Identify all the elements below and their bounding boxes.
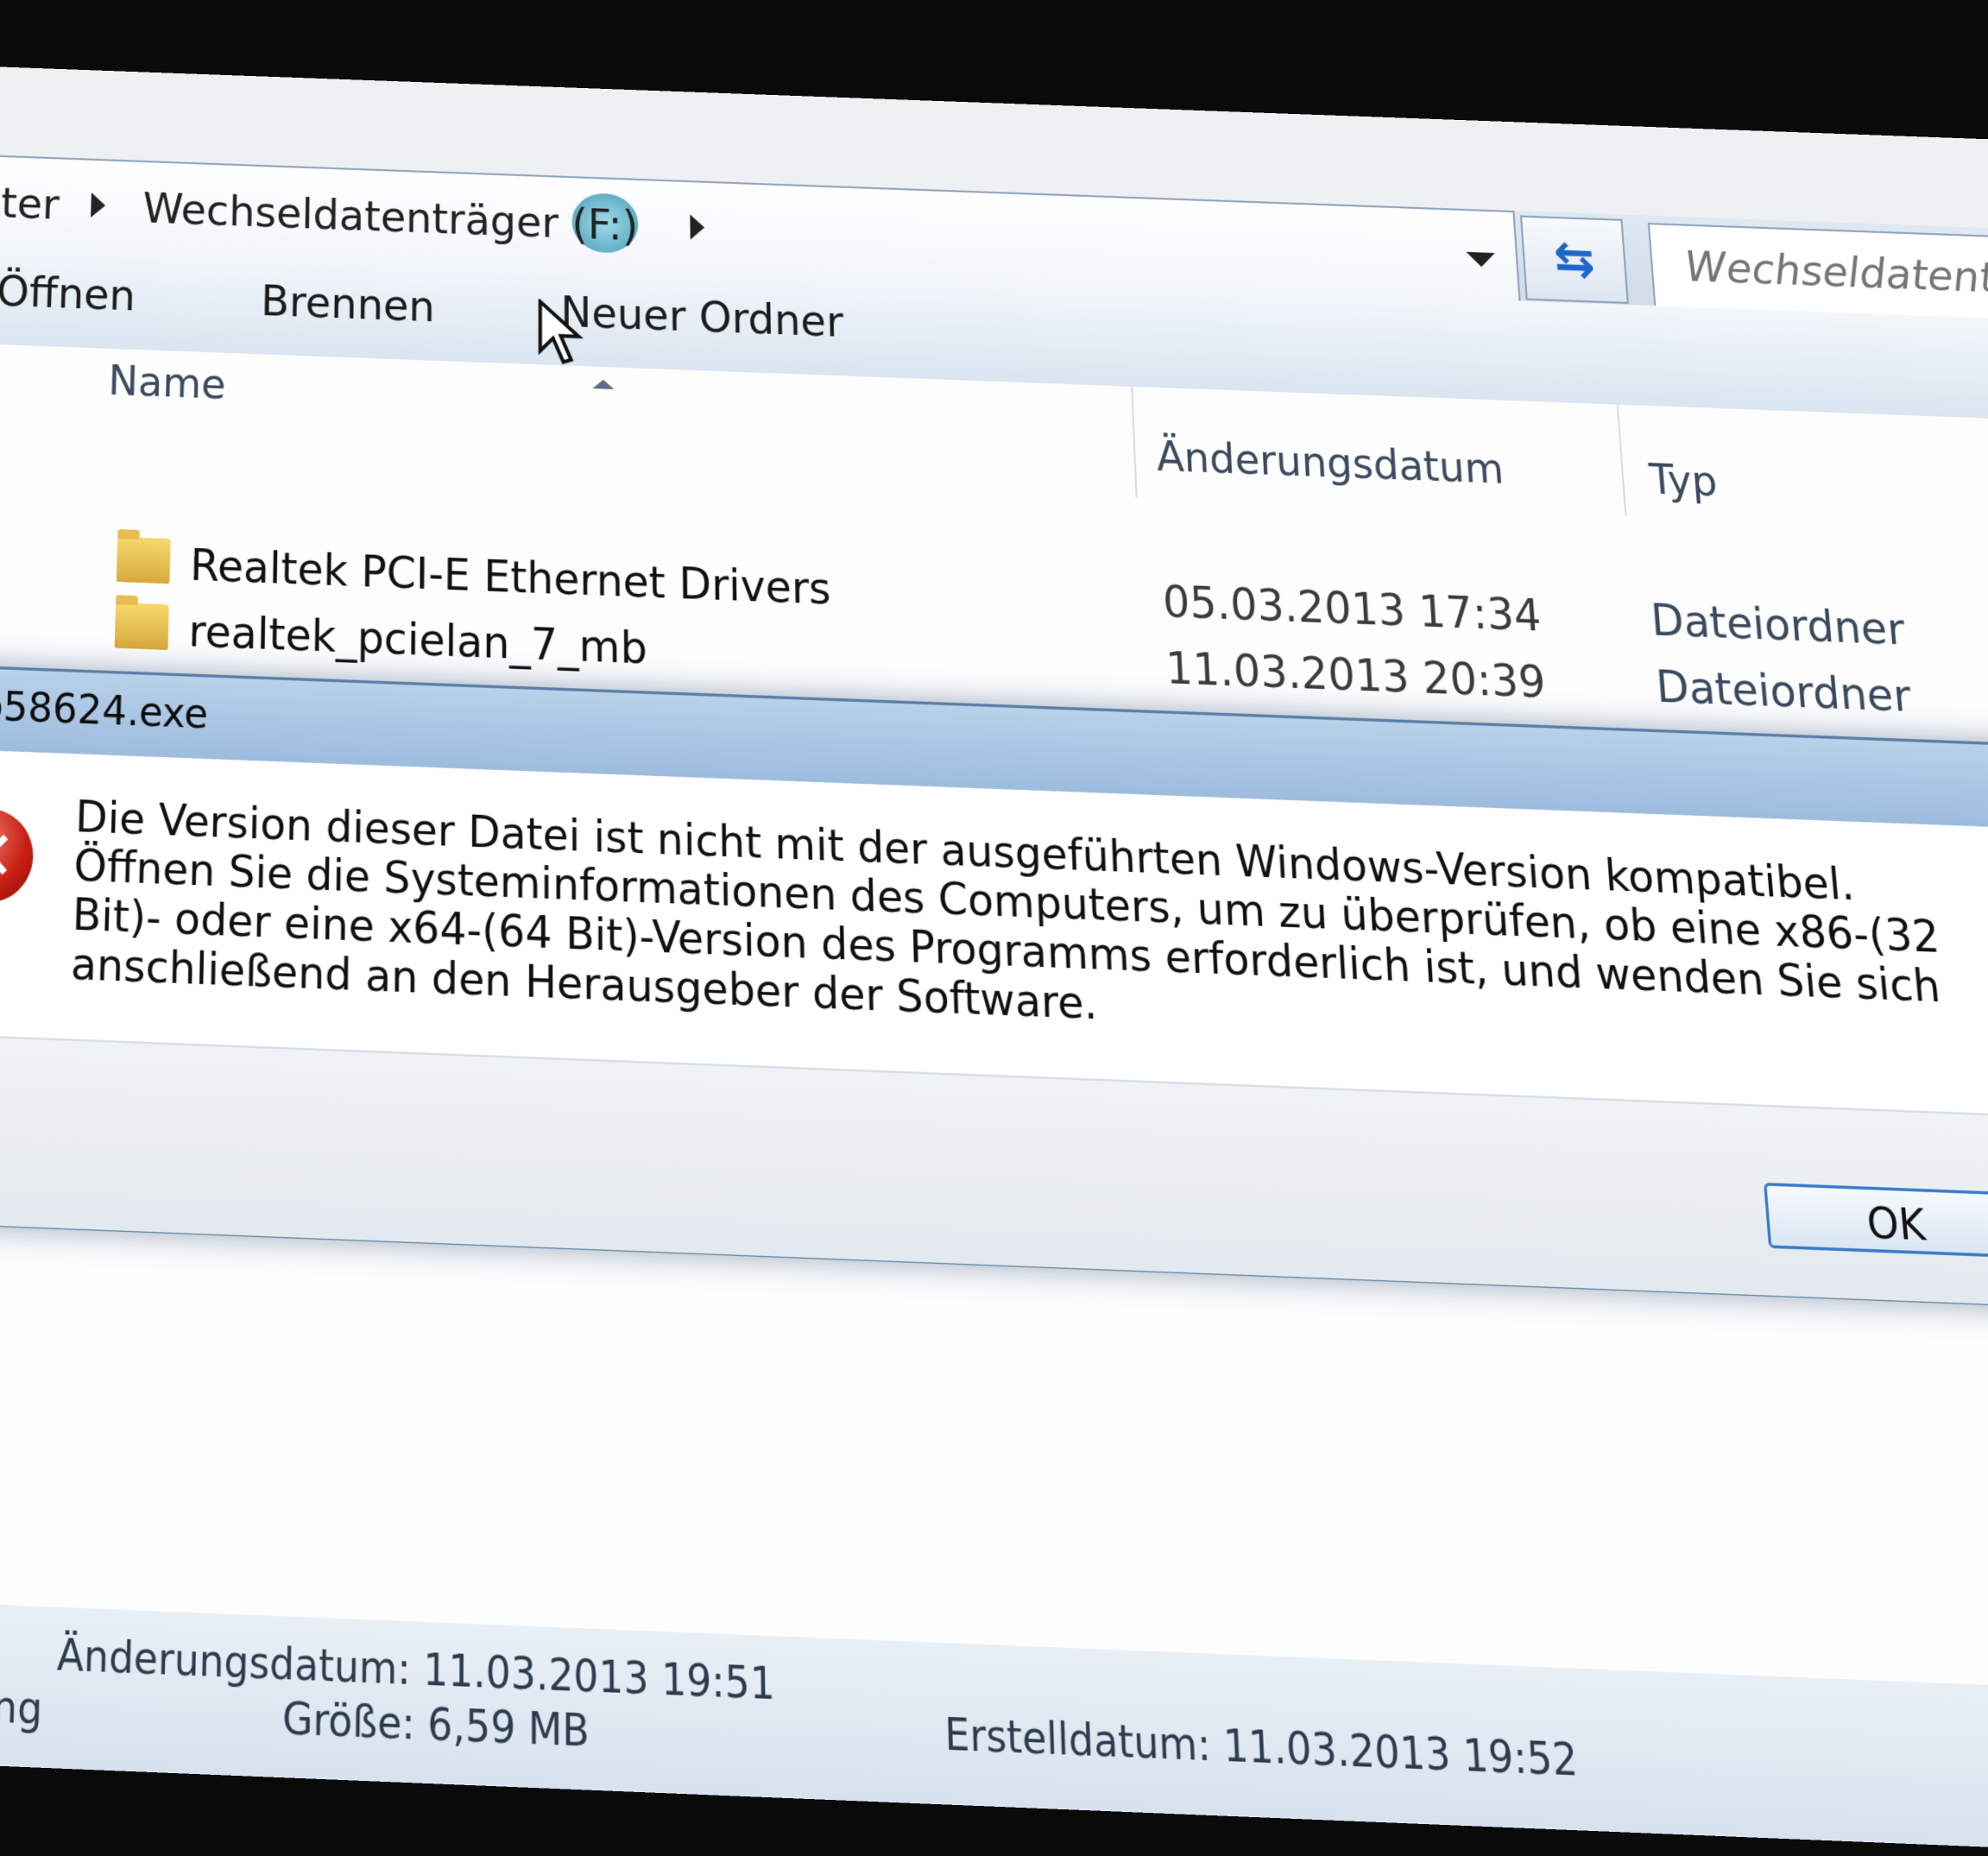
breadcrumb-separator-icon[interactable]: [690, 214, 705, 241]
details-size: Größe: 6,59 MB: [281, 1694, 590, 1758]
error-icon-glyph: ✕: [0, 814, 17, 897]
dialog-title: sp58624.exe: [0, 681, 209, 738]
file-modified: 11.03.2013 20:39: [1164, 641, 1548, 709]
details-created: Erstelldatum: 11.03.2013 19:52: [944, 1710, 1580, 1787]
column-name[interactable]: Name: [108, 357, 226, 408]
breadcrumb-computer[interactable]: uter: [0, 178, 60, 230]
open-button[interactable]: Öffnen: [0, 267, 136, 321]
column-modified[interactable]: Änderungsdatum: [1156, 433, 1505, 494]
mouse-cursor-icon: [536, 299, 590, 368]
sort-ascending-icon: [592, 379, 615, 389]
new-folder-button[interactable]: Neuer Ordner: [560, 287, 843, 347]
error-dialog: sp58624.exe ✕ ✕ Die Version dieser Datei…: [0, 664, 1988, 1311]
file-type: Dateiordner: [1654, 660, 1914, 723]
column-divider[interactable]: [1131, 386, 1138, 498]
breadcrumb-separator-icon[interactable]: [91, 192, 106, 218]
breadcrumb-drive[interactable]: Wechseldatenträger (F:): [142, 184, 639, 250]
error-message: Die Version dieser Datei ist nicht mit d…: [70, 790, 1943, 1030]
refresh-icon: ⇆: [1551, 230, 1597, 288]
address-dropdown-icon[interactable]: [1466, 251, 1496, 268]
ok-button[interactable]: OK: [1763, 1182, 1988, 1259]
column-divider[interactable]: [1616, 404, 1627, 516]
refresh-button[interactable]: ⇆: [1519, 215, 1629, 304]
burn-button[interactable]: Brennen: [261, 276, 435, 331]
error-icon: ✕: [0, 806, 35, 905]
details-modified: Änderungsdatum: 11.03.2013 19:51: [56, 1631, 776, 1710]
file-name: realtek_pcielan_7_mb: [187, 605, 647, 674]
folder-icon: [114, 602, 169, 650]
folder-icon: [116, 536, 171, 584]
file-modified: 05.03.2013 17:34: [1161, 576, 1543, 641]
details-kind-fragment: ndung: [0, 1679, 44, 1735]
file-type: Dateiordner: [1649, 594, 1907, 655]
column-type[interactable]: Typ: [1648, 457, 1720, 507]
screen: uter Wechseldatenträger (F:) ⇆ Öffnen Br…: [0, 66, 1988, 1856]
